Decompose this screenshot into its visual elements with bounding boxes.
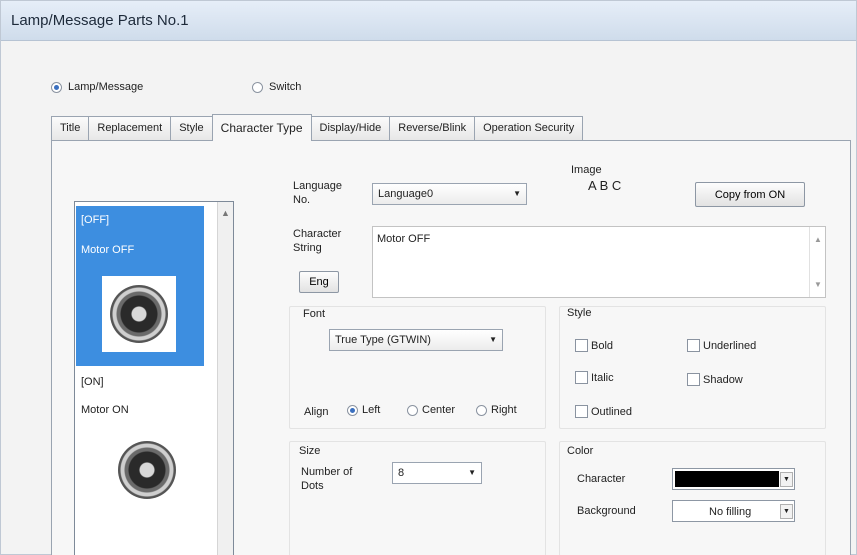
radio-lamp-message-indicator[interactable]: [51, 81, 62, 93]
bold-checkbox-box[interactable]: [575, 339, 588, 352]
tab-strip: Title Replacement Style Character Type D…: [51, 114, 584, 141]
tab-replacement[interactable]: Replacement: [88, 116, 172, 140]
radio-lamp-message[interactable]: Lamp/Message: [51, 81, 143, 93]
dots-dropdown-icon[interactable]: ▼: [468, 463, 476, 483]
tab-reverse-blink[interactable]: Reverse/Blink: [389, 116, 476, 140]
tab-operation-security[interactable]: Operation Security: [474, 116, 584, 140]
language-select[interactable]: Language0 ▼: [372, 183, 527, 205]
outlined-checkbox-box[interactable]: [575, 405, 588, 418]
character-color-swatch: [675, 471, 779, 487]
align-right-label: Right: [491, 404, 517, 416]
image-label: Image: [571, 164, 602, 176]
dots-label: Number of Dots: [301, 466, 353, 492]
color-label: Color: [567, 445, 594, 457]
eng-button[interactable]: Eng: [299, 271, 339, 293]
background-color-picker[interactable]: No filling ▼: [672, 500, 795, 522]
italic-label: Italic: [591, 371, 614, 384]
textarea-scrollbar[interactable]: ▲ ▼: [809, 227, 825, 297]
dots-value: 8: [398, 467, 405, 479]
character-string-label: Character String: [293, 228, 342, 254]
align-left-indicator[interactable]: [347, 404, 358, 416]
lamp-on-icon: [118, 441, 176, 499]
color-group: [559, 441, 826, 555]
bold-label: Bold: [591, 339, 614, 352]
tab-display-hide[interactable]: Display/Hide: [310, 116, 391, 140]
list-item-off-text: Motor OFF: [81, 244, 135, 256]
radio-switch-indicator[interactable]: [252, 81, 263, 93]
size-group: [289, 441, 546, 555]
italic-checkbox-box[interactable]: [575, 371, 588, 384]
radio-switch-label: Switch: [269, 81, 302, 93]
font-value: True Type (GTWIN): [335, 334, 431, 346]
copy-from-on-button[interactable]: Copy from ON: [695, 182, 805, 207]
image-preview: A B C: [588, 178, 622, 193]
align-left-radio[interactable]: Left: [347, 404, 380, 416]
style-label: Style: [567, 307, 592, 319]
list-item-on-text: Motor ON: [81, 404, 129, 416]
tab-character-type[interactable]: Character Type: [211, 114, 312, 141]
align-center-indicator[interactable]: [407, 404, 418, 416]
list-item-off-state: [OFF]: [81, 214, 110, 226]
italic-checkbox[interactable]: Italic: [575, 371, 614, 384]
outlined-label: Outlined: [591, 405, 632, 418]
align-right-indicator[interactable]: [476, 404, 487, 416]
language-dropdown-icon[interactable]: ▼: [513, 184, 521, 204]
align-right-radio[interactable]: Right: [476, 404, 517, 416]
dots-select[interactable]: 8 ▼: [392, 462, 482, 484]
character-color-picker[interactable]: ▼: [672, 468, 795, 490]
shadow-checkbox-box[interactable]: [687, 373, 700, 386]
shadow-label: Shadow: [703, 373, 743, 386]
title-bar: Lamp/Message Parts No.1: [1, 1, 856, 41]
tab-style[interactable]: Style: [170, 116, 213, 140]
align-label: Align: [304, 406, 329, 418]
scroll-up-icon[interactable]: ▲: [814, 235, 822, 244]
radio-lamp-message-label: Lamp/Message: [68, 81, 144, 93]
background-color-value: No filling: [709, 506, 752, 518]
scroll-down-icon[interactable]: ▼: [814, 280, 822, 289]
underlined-label: Underlined: [703, 339, 757, 352]
align-center-label: Center: [422, 404, 456, 416]
align-center-radio[interactable]: Center: [407, 404, 455, 416]
background-color-label: Background: [577, 505, 636, 517]
dialog-window: Lamp/Message Parts No.1 Lamp/Message Swi…: [0, 0, 857, 555]
window-title: Lamp/Message Parts No.1: [11, 12, 189, 29]
size-label: Size: [299, 445, 321, 457]
align-left-label: Left: [362, 404, 381, 416]
font-select[interactable]: True Type (GTWIN) ▼: [329, 329, 503, 351]
list-scrollbar[interactable]: ▲: [217, 202, 233, 555]
character-color-label: Character: [577, 473, 626, 485]
lamp-off-icon: [110, 285, 168, 343]
tab-title[interactable]: Title: [51, 116, 90, 140]
language-value: Language0: [378, 188, 434, 200]
radio-switch[interactable]: Switch: [252, 81, 301, 93]
background-color-dropdown-icon[interactable]: ▼: [780, 504, 793, 519]
font-label: Font: [303, 308, 326, 320]
character-color-dropdown-icon[interactable]: ▼: [780, 472, 793, 487]
outlined-checkbox[interactable]: Outlined: [575, 405, 632, 418]
underlined-checkbox[interactable]: Underlined: [687, 339, 756, 352]
font-dropdown-icon[interactable]: ▼: [489, 330, 497, 350]
lamp-off-image-frame: [102, 276, 176, 352]
shadow-checkbox[interactable]: Shadow: [687, 373, 743, 386]
character-string-input[interactable]: Motor OFF ▲ ▼: [372, 226, 826, 298]
language-label: Language No.: [293, 180, 342, 206]
scroll-up-icon[interactable]: ▲: [221, 208, 230, 218]
character-string-value: Motor OFF: [377, 233, 431, 245]
underlined-checkbox-box[interactable]: [687, 339, 700, 352]
bold-checkbox[interactable]: Bold: [575, 339, 613, 352]
list-item-on-state: [ON]: [81, 376, 104, 388]
